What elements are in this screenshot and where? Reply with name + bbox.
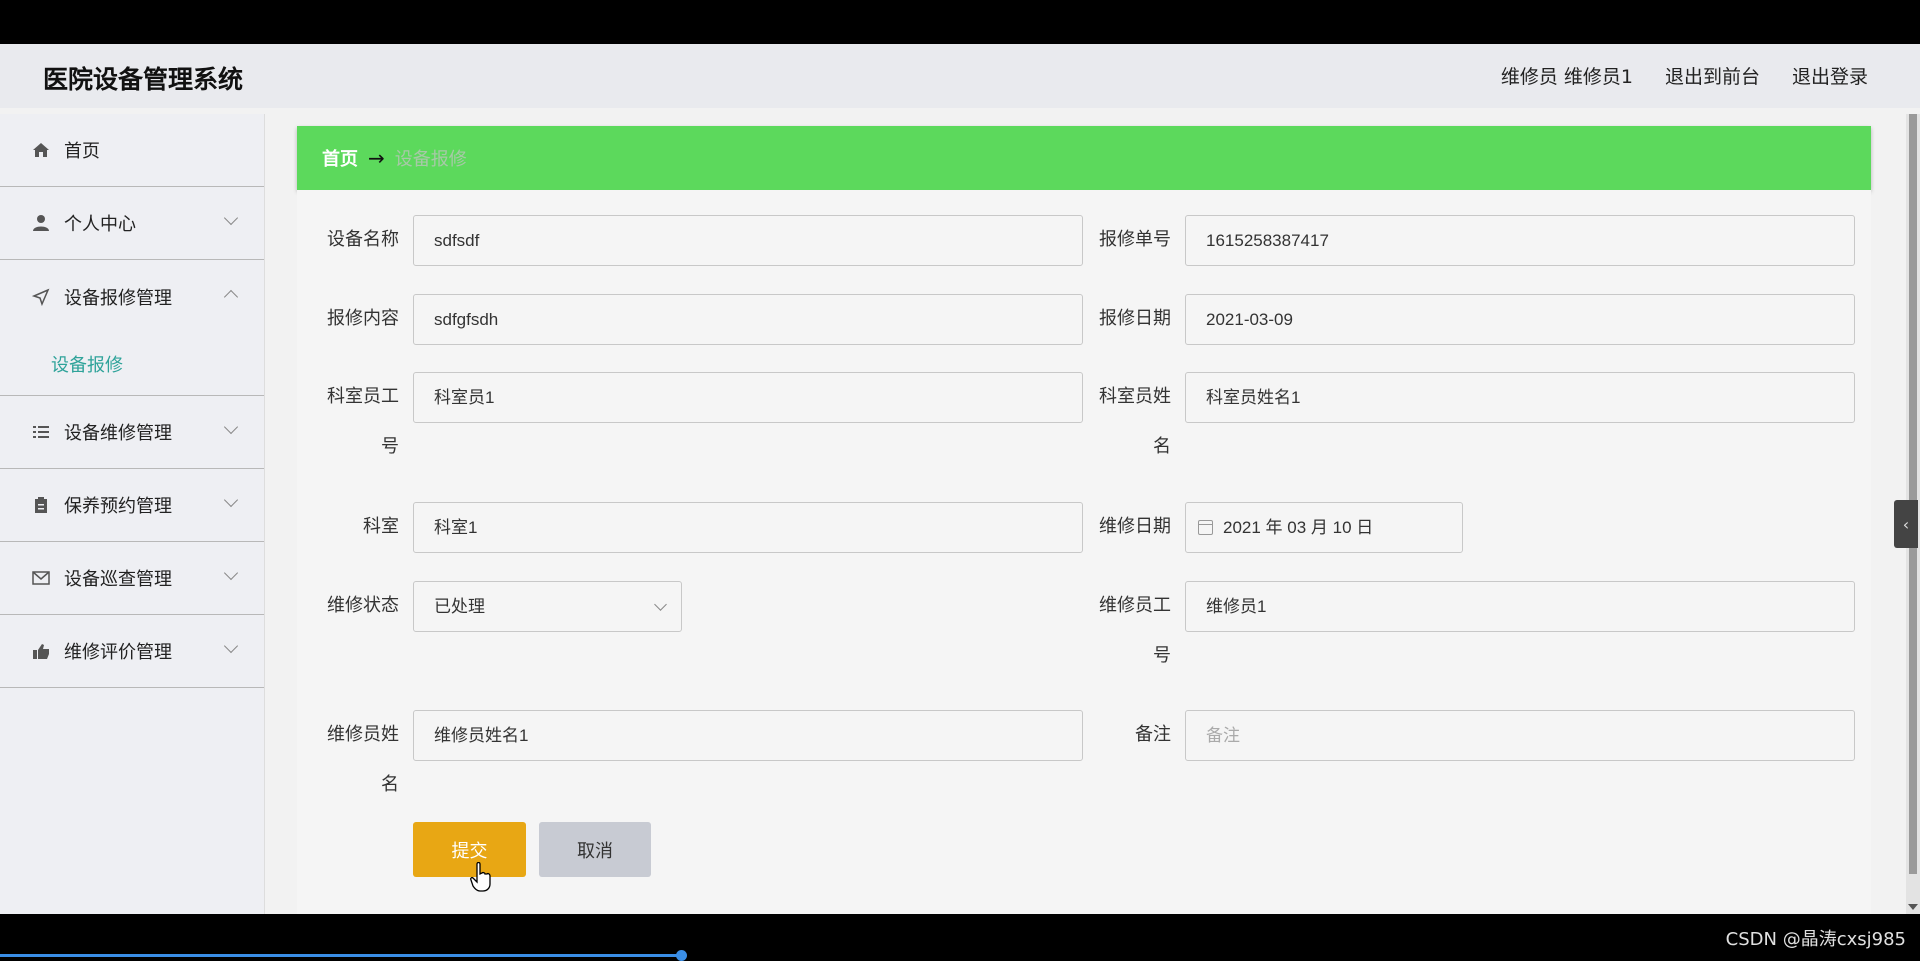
breadcrumb: 首页 → 设备报修 <box>297 126 1871 190</box>
chevron-down-icon <box>654 598 667 611</box>
staff-name-label: 科室员姓 <box>1099 386 1171 407</box>
sidebar-item-inspection[interactable]: 设备巡查管理 <box>0 542 264 615</box>
chevron-down-icon <box>223 492 239 508</box>
sidebar-item-home[interactable]: 首页 <box>0 114 264 187</box>
sidebar-item-label: 设备巡查管理 <box>64 569 172 590</box>
video-progress-bar[interactable] <box>0 954 682 957</box>
report-date-field[interactable]: 2021-03-09 <box>1185 294 1855 345</box>
dept-label: 科室 <box>363 516 399 537</box>
staff-name-label-cont: 名 <box>1153 436 1171 457</box>
worker-no-label: 维修员工 <box>1099 595 1171 616</box>
mail-icon <box>30 567 52 589</box>
user-label: 维修员 维修员1 <box>1500 66 1633 88</box>
scroll-down-icon[interactable] <box>1908 904 1918 910</box>
scrollbar-thumb[interactable] <box>1909 114 1917 874</box>
sidebar-item-maintenance[interactable]: 设备维修管理 <box>0 396 264 469</box>
repair-date-picker[interactable]: 2021 年 03 月 10 日 <box>1185 502 1463 553</box>
sidebar-item-label: 个人中心 <box>64 214 136 235</box>
collapse-tab[interactable]: ‹ <box>1894 500 1918 548</box>
status-value: 已处理 <box>434 597 485 616</box>
content-field[interactable]: sdfgfsdh <box>413 294 1083 345</box>
app-title: 医院设备管理系统 <box>43 65 244 94</box>
content-label: 报修内容 <box>327 308 399 329</box>
sidebar: 首页 个人中心 设备报修管理 设备报修 设备维修管理 保养预约管理 设备巡查管理… <box>0 114 265 914</box>
device-name-field[interactable]: sdfsdf <box>413 215 1083 266</box>
video-top-bar <box>0 0 1920 44</box>
video-progress-handle[interactable] <box>676 950 687 961</box>
sidebar-item-upkeep[interactable]: 保养预约管理 <box>0 469 264 542</box>
chevron-down-icon <box>223 419 239 435</box>
sidebar-group-repair: 设备报修管理 设备报修 <box>0 260 264 396</box>
dept-field[interactable]: 科室1 <box>413 502 1083 553</box>
worker-name-label-cont: 名 <box>381 774 399 795</box>
staff-name-field[interactable]: 科室员姓名1 <box>1185 372 1855 423</box>
thumbs-up-icon <box>30 640 52 662</box>
sidebar-item-label: 设备维修管理 <box>64 423 172 444</box>
breadcrumb-current: 设备报修 <box>394 149 467 170</box>
exit-front-link[interactable]: 退出到前台 <box>1665 62 1760 89</box>
order-no-field[interactable]: 1615258387417 <box>1185 215 1855 266</box>
app-window: 医院设备管理系统 维修员 维修员1 退出到前台 退出登录 首页 个人中心 设备报… <box>0 44 1920 914</box>
sidebar-item-label: 维修评价管理 <box>64 642 172 663</box>
remark-label: 备注 <box>1135 724 1171 745</box>
order-no-label: 报修单号 <box>1099 229 1171 250</box>
worker-no-field[interactable]: 维修员1 <box>1185 581 1855 632</box>
breadcrumb-arrow: → <box>368 146 385 170</box>
user-icon <box>30 212 52 234</box>
header-actions: 维修员 维修员1 退出到前台 退出登录 <box>1501 62 1868 89</box>
staff-no-label: 科室员工 <box>327 386 399 407</box>
worker-no-label-cont: 号 <box>1153 645 1171 666</box>
worker-name-label: 维修员姓 <box>327 724 399 745</box>
sidebar-subitem-repair[interactable]: 设备报修 <box>0 333 264 395</box>
worker-name-field[interactable]: 维修员姓名1 <box>413 710 1083 761</box>
header: 医院设备管理系统 维修员 维修员1 退出到前台 退出登录 <box>0 44 1920 108</box>
device-name-label: 设备名称 <box>327 229 399 250</box>
watermark: CSDN @晶涛cxsj985 <box>1725 929 1906 950</box>
main-content: 首页 → 设备报修 设备名称 sdfsdf 报修单号 1615258387417… <box>297 126 1871 914</box>
status-select[interactable]: 已处理 <box>413 581 682 632</box>
clipboard-icon <box>30 494 52 516</box>
staff-no-label-cont: 号 <box>381 436 399 457</box>
list-icon <box>30 421 52 443</box>
staff-no-field[interactable]: 科室员1 <box>413 372 1083 423</box>
chevron-down-icon <box>223 565 239 581</box>
chevron-down-icon <box>223 210 239 226</box>
chevron-down-icon <box>223 638 239 654</box>
breadcrumb-home[interactable]: 首页 <box>322 145 358 171</box>
repair-form: 设备名称 sdfsdf 报修单号 1615258387417 报修内容 sdfg… <box>297 190 1871 914</box>
status-label: 维修状态 <box>327 595 399 616</box>
calendar-icon <box>1198 520 1213 535</box>
repair-date-value: 2021 年 03 月 10 日 <box>1223 518 1374 537</box>
sidebar-item-label: 保养预约管理 <box>64 496 172 517</box>
sidebar-item-personal[interactable]: 个人中心 <box>0 187 264 260</box>
sidebar-item-repair-mgmt[interactable]: 设备报修管理 <box>0 260 264 333</box>
chevron-up-icon <box>223 289 239 305</box>
logout-link[interactable]: 退出登录 <box>1792 62 1868 89</box>
hand-cursor-icon <box>470 862 491 892</box>
remark-field[interactable]: 备注 <box>1185 710 1855 761</box>
sidebar-item-label: 首页 <box>64 141 100 162</box>
sidebar-item-evaluation[interactable]: 维修评价管理 <box>0 615 264 688</box>
home-icon <box>30 139 52 161</box>
repair-date-label: 维修日期 <box>1099 516 1171 537</box>
send-icon <box>30 286 52 308</box>
report-date-label: 报修日期 <box>1099 308 1171 329</box>
sidebar-item-label: 设备报修管理 <box>64 287 172 309</box>
cancel-button[interactable]: 取消 <box>539 822 651 877</box>
